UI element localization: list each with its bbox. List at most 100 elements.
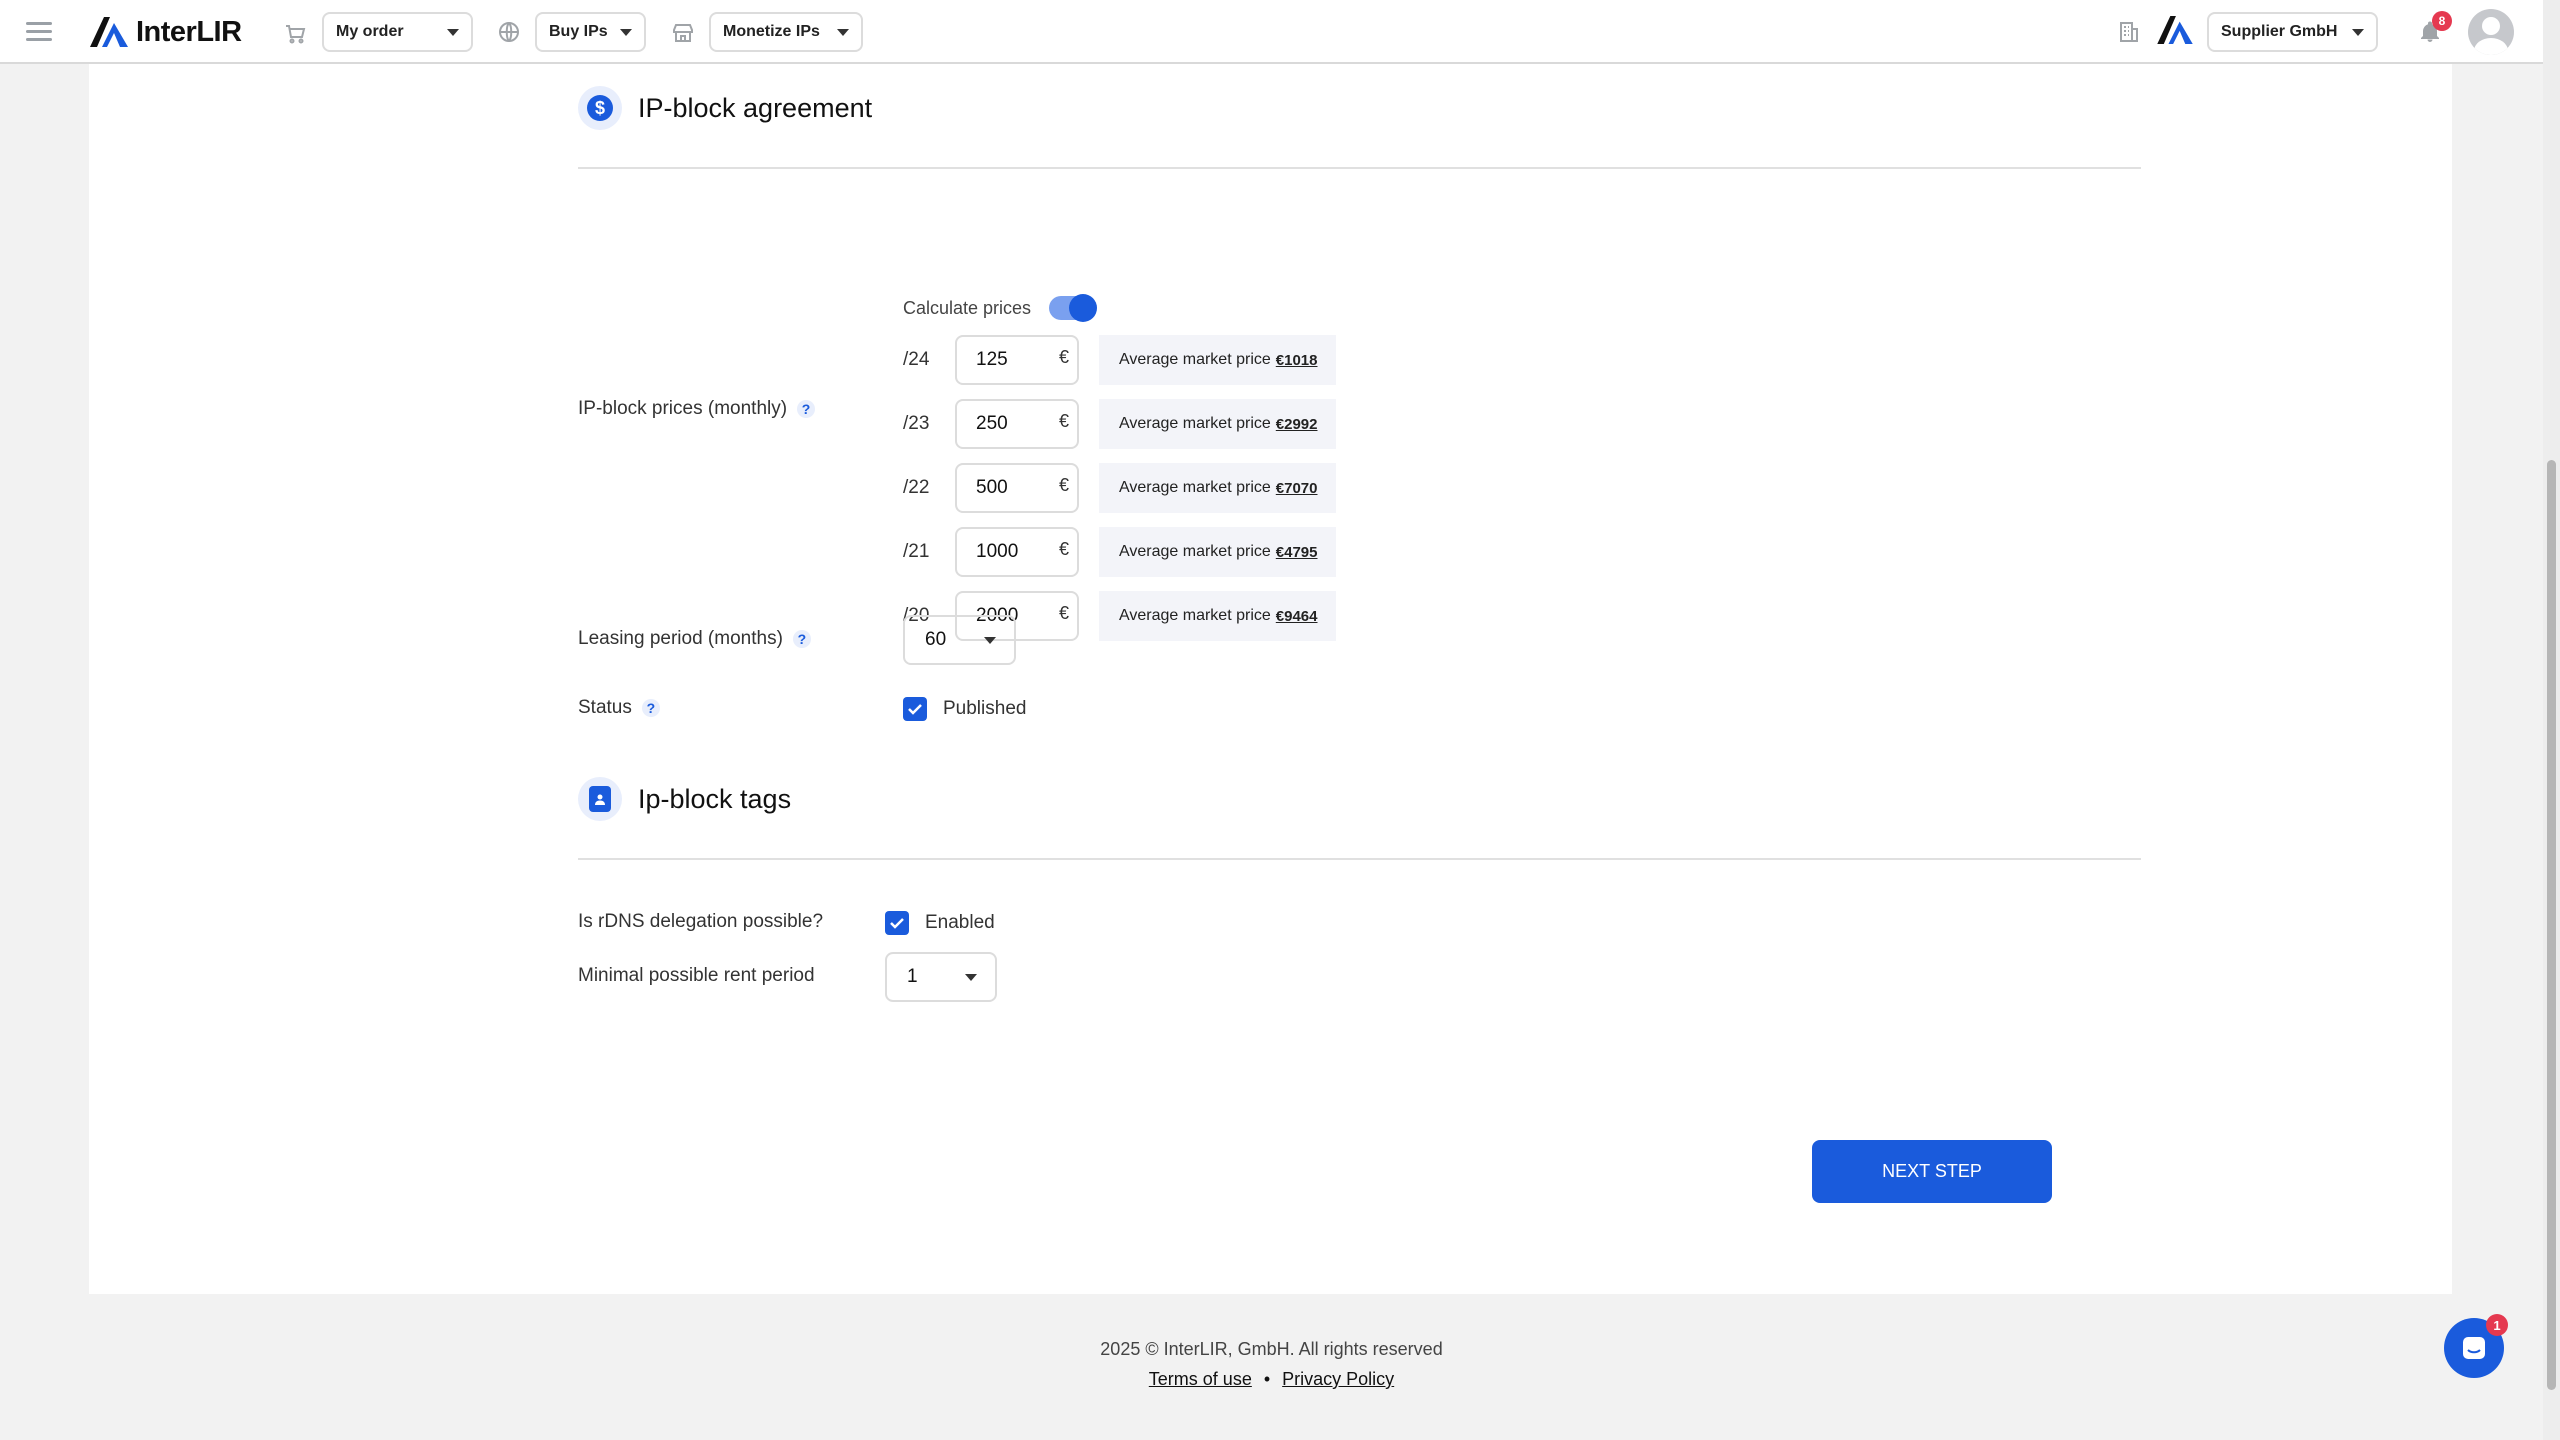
divider [578,858,2141,860]
price-value: 250 [976,413,1008,434]
euro-symbol: € [1058,347,1069,367]
avg-price-link[interactable]: €9464 [1276,608,1318,625]
hamburger-menu-icon[interactable] [26,18,52,44]
notifications-bell-icon[interactable]: 8 [2418,11,2452,45]
tags-header: Ip-block tags [578,777,791,821]
euro-symbol: € [1058,411,1069,431]
main-card: $ IP-block agreement IP-block prices (mo… [89,64,2452,1294]
agreement-title: IP-block agreement [638,92,873,123]
calculate-prices-toggle[interactable] [1049,294,1098,322]
rdns-label: Is rDNS delegation possible? [578,911,824,932]
globe-icon [497,19,523,45]
leasing-period-select[interactable]: 60 [903,615,1016,665]
avg-price-link[interactable]: €4795 [1276,544,1318,561]
my-order-dropdown[interactable]: My order [322,12,473,52]
top-bar: InterLIR My order Buy IPs Monetize IPs S… [0,0,2543,64]
chevron-down-icon [620,28,632,36]
chat-launcher-button[interactable]: 1 [2444,1314,2508,1378]
published-checkbox[interactable] [903,697,927,721]
page-scrollbar[interactable] [2543,0,2560,1440]
leasing-period-label: Leasing period (months) ? [578,628,811,650]
price-input[interactable]: 500 € [955,463,1079,513]
price-row: /21 1000 € Average market price €4795 [903,527,1336,577]
average-market-price: Average market price €7070 [1099,463,1336,513]
prices-label-text: IP-block prices (monthly) [578,398,788,419]
prefix-label: /21 [903,541,930,562]
divider [578,167,2141,169]
logo[interactable]: InterLIR [90,14,242,50]
price-input[interactable]: 1000 € [955,527,1079,577]
buy-ips-label: Buy IPs [549,23,608,40]
avg-price-link[interactable]: €2992 [1276,416,1318,433]
ip-block-prices-label: IP-block prices (monthly) ? [578,398,816,420]
avg-price-link[interactable]: €7070 [1276,480,1318,497]
notifications-count-badge: 8 [2432,11,2452,31]
avg-label: Average market price [1119,543,1271,560]
company-name: Supplier GmbH [2221,23,2338,40]
store-icon [671,20,697,46]
prefix-label: /23 [903,413,930,434]
logo-mark-icon [90,17,128,47]
rdns-checkbox-row: Enabled [885,911,995,935]
price-input[interactable]: 250 € [955,399,1079,449]
cart-icon [283,20,309,46]
price-value: 125 [976,349,1008,370]
published-label: Published [943,698,1027,719]
chevron-down-icon [2352,28,2364,36]
average-market-price: Average market price €9464 [1099,591,1336,641]
monetize-ips-label: Monetize IPs [723,23,820,40]
leasing-label-text: Leasing period (months) [578,628,783,649]
dollar-icon: $ [578,86,622,130]
avg-label: Average market price [1119,415,1271,432]
chevron-down-icon [837,28,849,36]
min-rent-label: Minimal possible rent period [578,965,815,986]
price-row: /22 500 € Average market price €7070 [903,463,1336,513]
status-label-text: Status [578,697,632,718]
terms-of-use-link[interactable]: Terms of use [1149,1369,1252,1390]
agreement-header: $ IP-block agreement [578,86,872,130]
help-icon[interactable]: ? [792,630,811,648]
next-step-button[interactable]: NEXT STEP [1812,1140,2052,1203]
rdns-enabled-label: Enabled [925,912,995,933]
tags-title: Ip-block tags [638,783,792,814]
euro-symbol: € [1058,475,1069,495]
price-row: /24 125 € Average market price €1018 [903,335,1336,385]
footer-copyright: 2025 © InterLIR, GmbH. All rights reserv… [1100,1339,1443,1359]
min-rent-period-select[interactable]: 1 [885,952,997,1002]
chevron-down-icon [447,28,459,36]
euro-symbol: € [1058,603,1069,623]
help-icon[interactable]: ? [797,400,816,418]
chat-unread-badge: 1 [2486,1314,2508,1336]
min-rent-period-value: 1 [907,966,918,987]
status-label: Status ? [578,697,660,719]
avg-label: Average market price [1119,479,1271,496]
chevron-down-icon [984,636,996,644]
chevron-down-icon [965,973,977,981]
avg-label: Average market price [1119,351,1271,368]
chat-icon [2463,1337,2485,1359]
tag-document-icon [578,777,622,821]
building-icon [2117,19,2143,45]
calculate-prices-label: Calculate prices [903,297,1032,318]
avg-label: Average market price [1119,607,1271,624]
avatar[interactable] [2468,9,2514,55]
prefix-label: /24 [903,349,930,370]
rdns-enabled-checkbox[interactable] [885,911,909,935]
status-published-checkbox-row: Published [903,697,1026,721]
calculate-prices-control: Calculate prices [903,294,1098,322]
my-order-label: My order [336,23,404,40]
buy-ips-dropdown[interactable]: Buy IPs [535,12,646,52]
avg-price-link[interactable]: €1018 [1276,352,1318,369]
average-market-price: Average market price €4795 [1099,527,1336,577]
privacy-policy-link[interactable]: Privacy Policy [1282,1369,1394,1390]
leasing-period-value: 60 [925,629,947,650]
company-dropdown[interactable]: Supplier GmbH [2207,12,2378,52]
average-market-price: Average market price €1018 [1099,335,1336,385]
scrollbar-thumb[interactable] [2547,460,2556,1390]
price-input[interactable]: 125 € [955,335,1079,385]
monetize-ips-dropdown[interactable]: Monetize IPs [709,12,863,52]
price-value: 1000 [976,541,1019,562]
help-icon[interactable]: ? [641,699,660,717]
company-logo-icon [2157,16,2193,44]
footer-separator: • [1263,1369,1271,1389]
